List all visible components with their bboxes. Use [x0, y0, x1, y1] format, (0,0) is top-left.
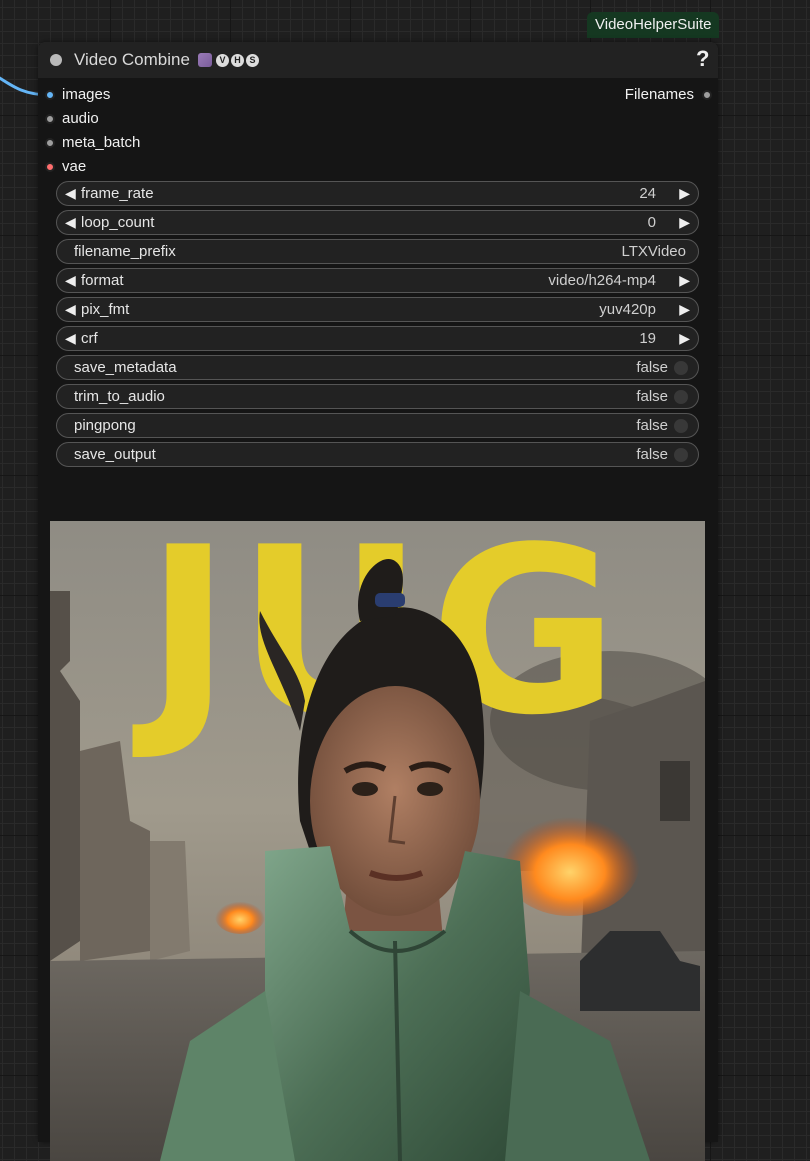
filename-prefix-widget[interactable]: filename_prefix LTXVideo [56, 239, 699, 264]
letter-v-circle-icon: V [216, 53, 229, 67]
widget-label: pingpong [74, 417, 136, 434]
video-preview-frame: JUG [50, 521, 705, 1161]
collapse-dot-icon[interactable] [50, 54, 62, 66]
widget-label: filename_prefix [74, 243, 176, 260]
toggle-knob-icon[interactable] [674, 361, 688, 375]
letter-h-circle-icon: H [231, 53, 244, 67]
toggle-knob-icon[interactable] [674, 419, 688, 433]
decrement-arrow-icon[interactable]: ◀ [65, 269, 76, 292]
format-widget[interactable]: ◀ format video/h264-mp4 ▶ [56, 268, 699, 293]
node-pack-badge: VideoHelperSuite [587, 12, 720, 38]
movie-camera-emoji-icon [198, 53, 212, 67]
title-icons: V H S [198, 53, 259, 67]
increment-arrow-icon[interactable]: ▶ [679, 269, 690, 292]
decrement-arrow-icon[interactable]: ◀ [65, 298, 76, 321]
help-button[interactable]: ? [696, 46, 709, 72]
input-slot-audio[interactable]: audio [38, 109, 238, 129]
widget-value[interactable]: 19 [639, 327, 656, 350]
video-preview[interactable]: JUG [50, 521, 705, 1161]
video-combine-node[interactable]: Video Combine V H S ? images audio meta_… [38, 42, 718, 1161]
loop-count-widget[interactable]: ◀ loop_count 0 ▶ [56, 210, 699, 235]
widget-label: format [81, 272, 124, 289]
input-dot-icon[interactable] [45, 162, 55, 172]
increment-arrow-icon[interactable]: ▶ [679, 327, 690, 350]
input-slot-vae[interactable]: vae [38, 157, 238, 177]
input-dot-icon[interactable] [45, 90, 55, 100]
toggle-knob-icon[interactable] [674, 390, 688, 404]
widget-label: save_output [74, 446, 156, 463]
widget-label: crf [81, 330, 98, 347]
input-label: meta_batch [62, 134, 141, 151]
decrement-arrow-icon[interactable]: ◀ [65, 182, 76, 205]
letter-s-circle-icon: S [246, 53, 259, 67]
input-dot-icon[interactable] [45, 114, 55, 124]
widget-value: false [636, 359, 668, 376]
crf-widget[interactable]: ◀ crf 19 ▶ [56, 326, 699, 351]
decrement-arrow-icon[interactable]: ◀ [65, 211, 76, 234]
input-label: audio [62, 110, 99, 127]
widget-value[interactable]: LTXVideo [622, 240, 687, 263]
widget-label: pix_fmt [81, 301, 130, 318]
save-metadata-toggle[interactable]: save_metadata false [56, 355, 699, 380]
node-title: Video Combine [74, 50, 190, 69]
widget-value[interactable]: 24 [639, 182, 656, 205]
widget-value: false [636, 417, 668, 434]
node-body: images audio meta_batch vae Filenames ◀ … [38, 78, 718, 1161]
widget-label: frame_rate [81, 185, 154, 202]
decrement-arrow-icon[interactable]: ◀ [65, 327, 76, 350]
input-label: vae [62, 158, 87, 175]
toggle-knob-icon[interactable] [674, 448, 688, 462]
frame-rate-widget[interactable]: ◀ frame_rate 24 ▶ [56, 181, 699, 206]
pingpong-toggle[interactable]: pingpong false [56, 413, 699, 438]
widget-value: false [636, 446, 668, 463]
widget-label: trim_to_audio [74, 388, 165, 405]
output-slot-filenames[interactable]: Filenames [598, 85, 718, 105]
widget-value[interactable]: video/h264-mp4 [548, 269, 656, 292]
increment-arrow-icon[interactable]: ▶ [679, 182, 690, 205]
output-dot-icon[interactable] [702, 90, 712, 100]
widget-value[interactable]: 0 [648, 211, 656, 234]
output-label: Filenames [624, 86, 694, 103]
trim-to-audio-toggle[interactable]: trim_to_audio false [56, 384, 699, 409]
save-output-toggle[interactable]: save_output false [56, 442, 699, 467]
input-dot-icon[interactable] [45, 138, 55, 148]
node-title-bar[interactable]: Video Combine V H S ? [38, 42, 718, 78]
pix-fmt-widget[interactable]: ◀ pix_fmt yuv420p ▶ [56, 297, 699, 322]
input-slot-meta-batch[interactable]: meta_batch [38, 133, 238, 153]
widget-label: save_metadata [74, 359, 177, 376]
increment-arrow-icon[interactable]: ▶ [679, 298, 690, 321]
increment-arrow-icon[interactable]: ▶ [679, 211, 690, 234]
widget-value: false [636, 388, 668, 405]
input-slot-images[interactable]: images [38, 85, 238, 105]
widget-label: loop_count [81, 214, 155, 231]
input-label: images [62, 86, 111, 103]
widget-value[interactable]: yuv420p [599, 298, 656, 321]
